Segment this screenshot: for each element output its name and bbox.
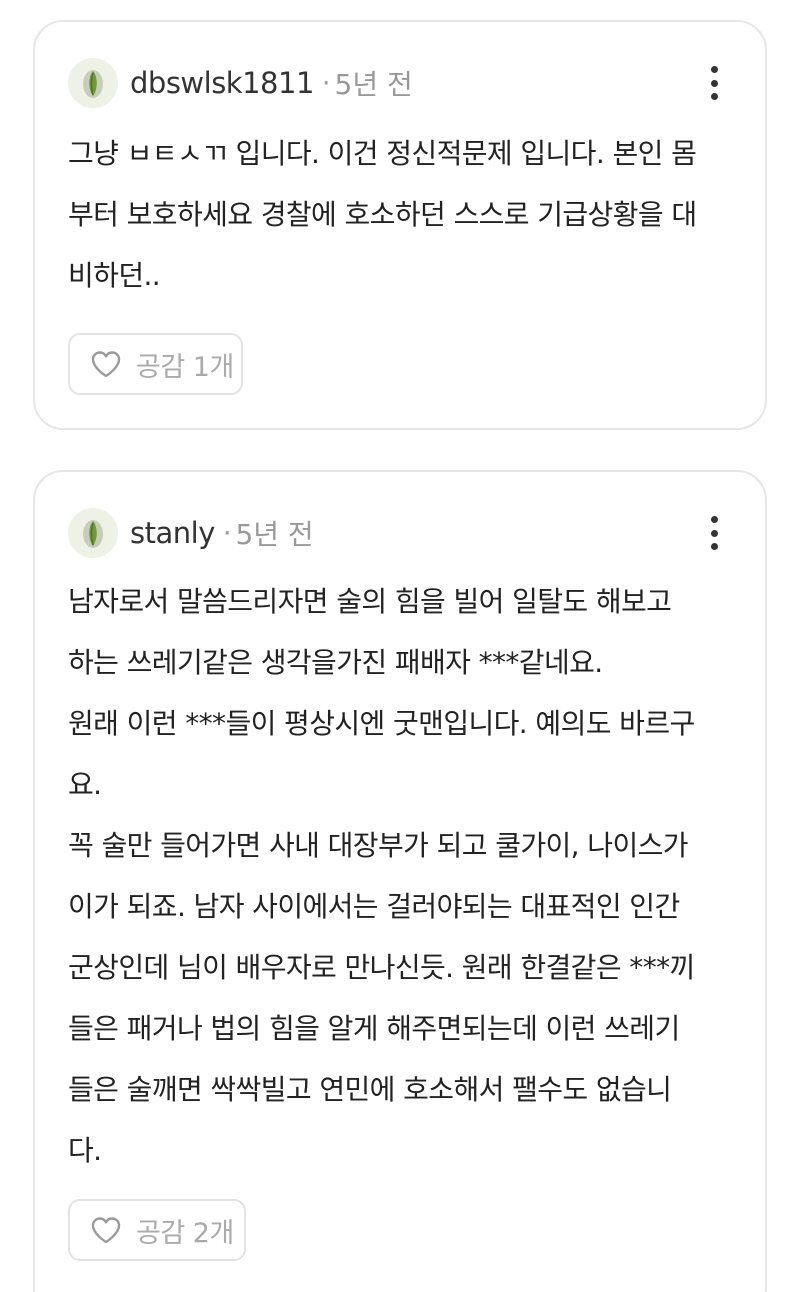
like-button[interactable]: 공감 2개 (68, 1199, 246, 1261)
more-options-button[interactable] (699, 511, 729, 555)
comment-line: 비하던.. (68, 259, 161, 292)
more-vertical-icon (710, 543, 718, 550)
comment-body: 남자로서 말씀드리자면 술의 힘을 빌어 일탈도 해보고 하는 쓰레기같은 생각… (68, 571, 737, 1181)
like-count-label: 공감 1개 (136, 351, 234, 383)
comment-line: 부터 보호하세요 경찰에 호소하던 스스로 기급상황을 대 (68, 198, 697, 231)
more-vertical-icon (710, 66, 718, 73)
comment-card: stanly · 5년 전 남자로서 말씀드리자면 술의 힘을 빌어 일탈도 해… (33, 470, 767, 1292)
comment-card: dbswlsk1811 · 5년 전 그냥 ㅂㅌㅅㄲ 입니다. 이건 정신적문제… (33, 20, 767, 430)
author-name[interactable]: stanly (130, 516, 215, 550)
comment-line: 그냥 ㅂㅌㅅㄲ 입니다. 이건 정신적문제 입니다. 본인 몸 (68, 137, 697, 170)
meta-separator: · (222, 517, 232, 549)
comment-line: 이가 되죠. 남자 사이에서는 걸러야되는 대표적인 인간 (68, 890, 680, 923)
comment-feed: dbswlsk1811 · 5년 전 그냥 ㅂㅌㅅㄲ 입니다. 이건 정신적문제… (0, 0, 800, 1292)
comment-line: 군상인데 님이 배우자로 만나신듯. 원래 한결같은 ***끼 (68, 951, 695, 984)
author-name[interactable]: dbswlsk1811 (130, 66, 314, 100)
avatar[interactable] (68, 508, 118, 558)
comment-line: 들은 패거나 법의 힘을 알게 해주면되는데 이런 쓰레기 (68, 1012, 680, 1045)
comment-time: 5년 전 (334, 68, 413, 101)
comment-header: stanly · 5년 전 (68, 508, 725, 558)
comment-line: 하는 쓰레기같은 생각을가진 패배자 ***같네요. (68, 646, 603, 679)
pistachio-avatar-icon (83, 520, 103, 548)
comment-body: 그냥 ㅂㅌㅅㄲ 입니다. 이건 정신적문제 입니다. 본인 몸 부터 보호하세요… (68, 123, 737, 306)
comment-line: 다. (68, 1134, 102, 1167)
more-vertical-icon (710, 529, 718, 537)
more-vertical-icon (710, 93, 718, 100)
more-vertical-icon (710, 516, 718, 523)
like-count-label: 공감 2개 (136, 1217, 234, 1249)
more-options-button[interactable] (699, 61, 729, 105)
like-button[interactable]: 공감 1개 (68, 333, 243, 395)
comment-line: 꼭 술만 들어가면 사내 대장부가 되고 쿨가이, 나이스가 (68, 829, 689, 862)
more-vertical-icon (710, 79, 718, 87)
meta-separator: · (321, 67, 331, 99)
heart-outline-icon (90, 349, 124, 379)
comment-line: 요. (68, 768, 102, 801)
heart-outline-icon (90, 1215, 124, 1245)
comment-time: 5년 전 (235, 518, 314, 551)
comment-line: 들은 술깨면 싹싹빌고 연민에 호소해서 팰수도 없습니 (68, 1073, 672, 1106)
comment-header: dbswlsk1811 · 5년 전 (68, 58, 725, 108)
avatar[interactable] (68, 58, 118, 108)
comment-line: 원래 이런 ***들이 평상시엔 굿맨입니다. 예의도 바르구 (68, 707, 695, 740)
pistachio-avatar-icon (83, 70, 103, 98)
comment-line: 남자로서 말씀드리자면 술의 힘을 빌어 일탈도 해보고 (68, 585, 672, 618)
